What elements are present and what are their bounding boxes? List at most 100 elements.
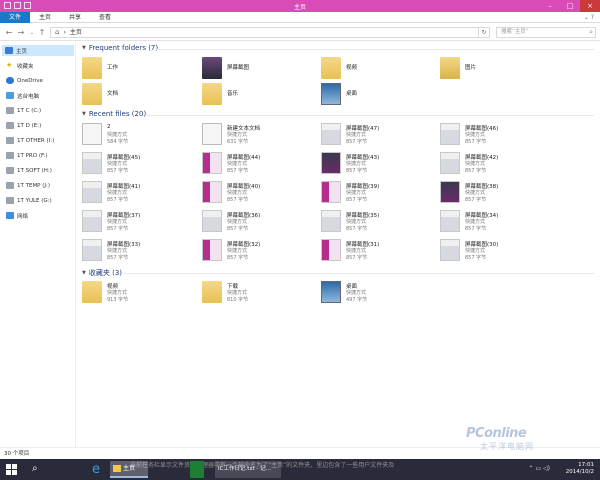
folder-tile[interactable]: 桌面 xyxy=(317,82,433,110)
taskbar-notepad-button[interactable]: IC工作日记.txt - 记... xyxy=(215,461,281,478)
search-input[interactable]: 搜索“主页” ⌕ xyxy=(496,27,596,38)
drive-icon xyxy=(6,167,14,174)
ribbon-expand-icon[interactable]: ⌄ ? xyxy=(584,14,594,21)
minimize-button[interactable]: – xyxy=(540,0,560,12)
address-bar[interactable]: ⌂ › 主页 xyxy=(50,27,490,38)
screenshot-thumbnail xyxy=(202,239,222,261)
file-tile[interactable]: 屏幕截图(34) 快捷方式 857 字节 xyxy=(436,209,552,237)
start-button[interactable] xyxy=(6,464,17,475)
file-tile[interactable]: 2 快捷方式 584 字节 xyxy=(78,122,194,150)
favorite-tile[interactable]: 桌面 快捷方式 497 字节 xyxy=(317,280,433,308)
file-tile[interactable]: 屏幕截图(45) 快捷方式 857 字节 xyxy=(78,151,194,179)
file-tile[interactable]: 新建文本文档 快捷方式 631 字节 xyxy=(198,122,314,150)
up-button[interactable]: ↑ xyxy=(37,28,47,38)
drive-icon xyxy=(6,137,14,144)
folder-tile[interactable]: 文档 xyxy=(78,82,194,110)
content-pane: ▼ Frequent folders (7) 工作 屏幕截图 视频 图片 文档 音… xyxy=(78,42,598,447)
nav-item-network[interactable]: 网络 xyxy=(6,210,28,221)
file-tile[interactable]: 屏幕截图(33) 快捷方式 857 字节 xyxy=(78,238,194,266)
search-icon[interactable]: ⌕ xyxy=(32,463,44,475)
folder-icon xyxy=(113,465,121,472)
ribbon-tabs: 文件 主页 共享 查看 ⌄ ? xyxy=(0,11,600,23)
file-tile[interactable]: 屏幕截图(46) 快捷方式 857 字节 xyxy=(436,122,552,150)
system-tray-icons[interactable]: ⌃ ▭ ◁) xyxy=(529,465,550,472)
file-tile[interactable]: 屏幕截图(40) 快捷方式 857 字节 xyxy=(198,180,314,208)
file-tile[interactable]: 屏幕截图(42) 快捷方式 857 字节 xyxy=(436,151,552,179)
screenshot-thumbnail xyxy=(202,181,222,203)
folder-tile[interactable]: 音乐 xyxy=(198,82,314,110)
back-button[interactable]: ← xyxy=(4,28,14,38)
nav-item-home[interactable]: 主页 xyxy=(2,45,74,56)
screenshot-thumbnail xyxy=(440,152,460,174)
nav-item-this-pc[interactable]: 这台电脑 xyxy=(6,90,39,101)
forward-button[interactable]: → xyxy=(16,28,26,38)
screenshot-thumbnail xyxy=(82,181,102,203)
file-tile[interactable]: 屏幕截图(32) 快捷方式 857 字节 xyxy=(198,238,314,266)
nav-item-drive[interactable]: 1T PRO (F:) xyxy=(6,150,48,161)
file-tile[interactable]: 屏幕截图(35) 快捷方式 857 字节 xyxy=(317,209,433,237)
tab-home[interactable]: 主页 xyxy=(30,12,60,23)
nav-item-drive[interactable]: 1T YULE (G:) xyxy=(6,195,52,206)
screenshot-thumbnail xyxy=(202,210,222,232)
tab-share[interactable]: 共享 xyxy=(60,12,90,23)
tab-view[interactable]: 查看 xyxy=(90,12,120,23)
close-button[interactable]: × xyxy=(580,0,600,12)
file-tile[interactable]: 屏幕截图(36) 快捷方式 857 字节 xyxy=(198,209,314,237)
file-tile[interactable]: 屏幕截图(30) 快捷方式 857 字节 xyxy=(436,238,552,266)
folder-tile[interactable]: 图片 xyxy=(436,56,552,84)
favorites-header[interactable]: ▼ 收藏夹 (3) xyxy=(82,268,122,278)
search-icon: ⌕ xyxy=(589,28,593,36)
nav-item-drive[interactable]: 1T C (C:) xyxy=(6,105,41,116)
desktop-folder-icon xyxy=(321,281,341,303)
frequent-folders-header[interactable]: ▼ Frequent folders (7) xyxy=(82,44,158,52)
folder-tile[interactable]: 工作 xyxy=(78,56,194,84)
network-icon xyxy=(6,212,14,219)
taskbar-explorer-button[interactable]: 主页 xyxy=(110,461,148,478)
screenshot-thumbnail xyxy=(321,239,341,261)
folder-tile[interactable]: 视频 xyxy=(317,56,433,84)
section-divider xyxy=(156,49,594,50)
nav-item-drive[interactable]: 1T SOFT (H:) xyxy=(6,165,52,176)
file-tile[interactable]: 屏幕截图(41) 快捷方式 857 字节 xyxy=(78,180,194,208)
maximize-button[interactable]: □ xyxy=(560,0,580,12)
address-row: ← → ⌄ ↑ ⌂ › 主页 ↻ 搜索“主页” ⌕ xyxy=(0,24,600,41)
section-divider xyxy=(124,273,594,274)
screenshot-thumbnail xyxy=(440,239,460,261)
screenshot-thumbnail xyxy=(321,123,341,145)
screenshot-thumbnail xyxy=(321,152,341,174)
clock[interactable]: 17:01 2014/10/2 xyxy=(566,462,594,476)
file-tile[interactable]: 屏幕截图(47) 快捷方式 857 字节 xyxy=(317,122,433,150)
file-tile[interactable]: 屏幕截图(37) 快捷方式 857 字节 xyxy=(78,209,194,237)
file-tile[interactable]: 屏幕截图(39) 快捷方式 857 字节 xyxy=(317,180,433,208)
screenshot-thumbnail xyxy=(440,181,460,203)
nav-item-onedrive[interactable]: OneDrive xyxy=(6,75,43,86)
file-tile[interactable]: 屏幕截图(38) 快捷方式 857 字节 xyxy=(436,180,552,208)
title-bar: 主页 – □ × xyxy=(0,0,600,12)
video-folder-icon xyxy=(82,281,102,303)
file-tile[interactable]: 屏幕截图(43) 快捷方式 857 字节 xyxy=(317,151,433,179)
folder-tile[interactable]: 屏幕截图 xyxy=(198,56,314,84)
tab-file[interactable]: 文件 xyxy=(0,11,31,23)
nav-item-favorites[interactable]: ★ 收藏夹 xyxy=(6,60,34,71)
nav-item-drive[interactable]: 1T D (E:) xyxy=(6,120,41,131)
cloud-icon xyxy=(6,77,14,84)
recent-locations-icon[interactable]: ⌄ xyxy=(27,28,37,38)
nav-item-drive[interactable]: 1T TEMP (J:) xyxy=(6,180,50,191)
recent-files-header[interactable]: ▼ Recent files (20) xyxy=(82,110,146,118)
favorite-tile[interactable]: 视频 快捷方式 913 字节 xyxy=(78,280,194,308)
ie-icon[interactable]: e xyxy=(84,461,108,478)
file-tile[interactable]: 屏幕截图(44) 快捷方式 857 字节 xyxy=(198,151,314,179)
favorite-tile[interactable]: 下载 快捷方式 810 字节 xyxy=(198,280,314,308)
downloads-folder-icon xyxy=(202,281,222,303)
music-folder-icon xyxy=(202,83,222,105)
chevron-down-icon: ▼ xyxy=(82,270,86,276)
drive-icon xyxy=(6,107,14,114)
nav-item-drive[interactable]: 1T OTHER (I:) xyxy=(6,135,54,146)
excel-icon[interactable] xyxy=(190,461,204,478)
file-tile[interactable]: 屏幕截图(31) 快捷方式 857 字节 xyxy=(317,238,433,266)
refresh-button[interactable]: ↻ xyxy=(478,27,490,38)
breadcrumb[interactable]: 主页 xyxy=(70,28,82,37)
drive-icon xyxy=(6,152,14,159)
screenshot-thumbnail xyxy=(82,210,102,232)
window-title: 主页 xyxy=(293,4,306,11)
